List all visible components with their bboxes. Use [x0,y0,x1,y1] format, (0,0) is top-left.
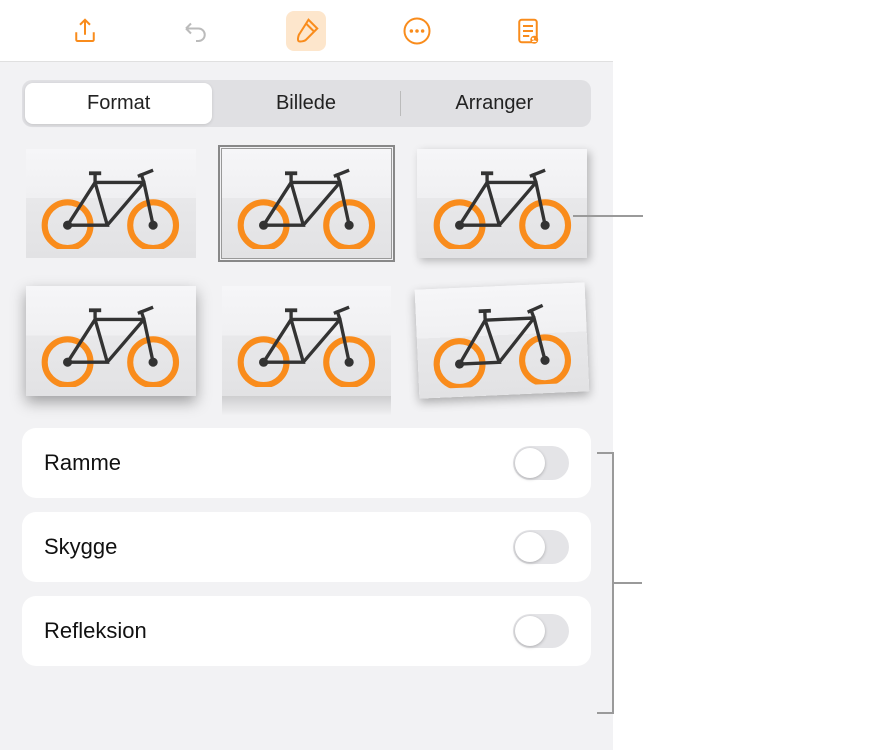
style-big-shadow[interactable] [26,286,196,395]
callout-bracket-bottom [597,712,613,714]
undo-button[interactable] [176,11,216,51]
toolbar [0,0,613,62]
style-reflect[interactable] [222,286,392,395]
tab-format[interactable]: Format [25,83,212,124]
toggle-label-shadow: Skygge [44,534,117,560]
toggle-switch-shadow[interactable] [513,530,569,564]
callout-bracket-out [612,582,642,584]
tab-image[interactable]: Billede [212,83,399,124]
format-brush-button[interactable] [286,11,326,51]
toggle-list: Ramme Skygge Refleksion [22,428,591,666]
callout-line-styles [573,215,643,217]
toggle-switch-reflection[interactable] [513,614,569,648]
style-shadowed[interactable] [417,149,587,258]
more-button[interactable] [397,11,437,51]
toggle-switch-frame[interactable] [513,446,569,480]
toggle-row-frame: Ramme [22,428,591,498]
toggle-row-shadow: Skygge [22,512,591,582]
style-framed[interactable] [222,149,392,258]
format-tabs: Format Billede Arranger [22,80,591,127]
format-panel: Format Billede Arranger [0,0,614,750]
callout-bracket-top [597,452,613,454]
style-tilted[interactable] [417,286,587,395]
tab-arrange[interactable]: Arranger [401,83,588,124]
toggle-row-reflection: Refleksion [22,596,591,666]
share-button[interactable] [65,11,105,51]
style-plain[interactable] [26,149,196,258]
document-settings-button[interactable] [508,11,548,51]
style-grid [22,149,591,396]
content-area: Format Billede Arranger [0,62,613,750]
toggle-label-reflection: Refleksion [44,618,147,644]
toggle-label-frame: Ramme [44,450,121,476]
